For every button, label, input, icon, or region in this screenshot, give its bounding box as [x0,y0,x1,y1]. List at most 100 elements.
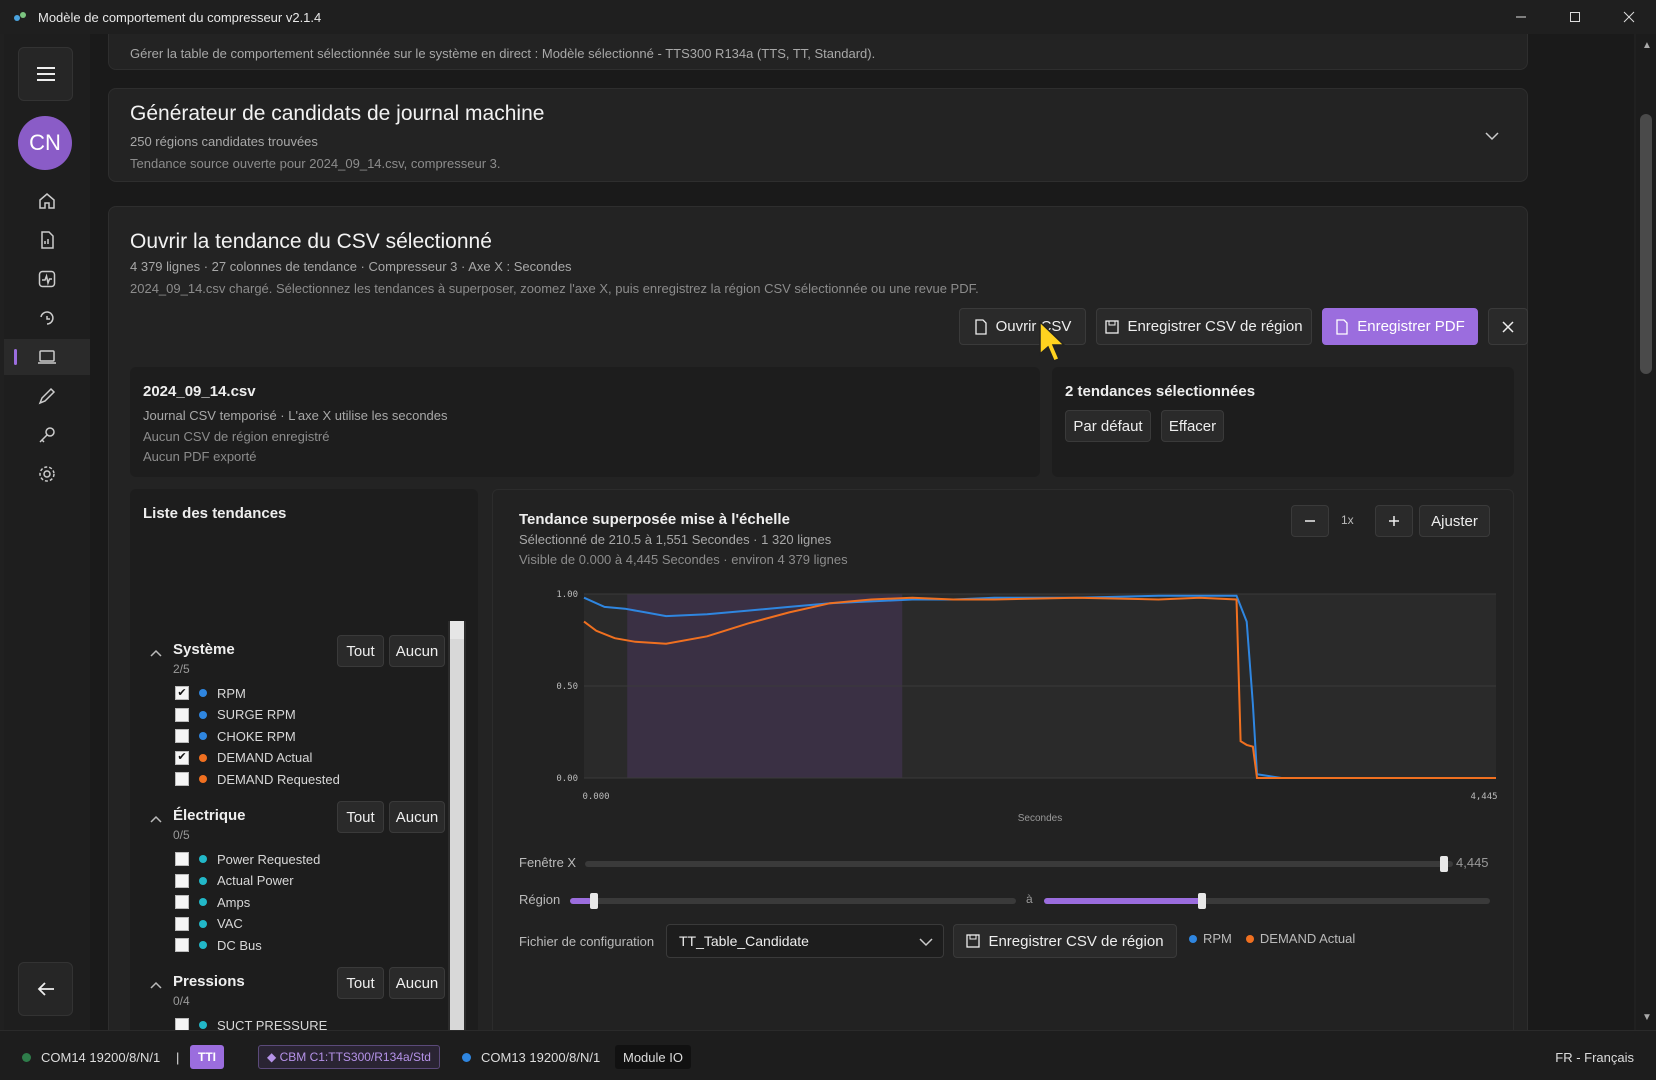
trend-group-title: Pressions [173,973,245,990]
legend-demand-label: DEMAND Actual [1259,931,1356,946]
trend-color-dot [199,919,207,928]
status-separator: | [176,1049,180,1065]
select-all-button[interactable]: Tout [337,635,384,667]
select-none-button[interactable]: Aucun [389,635,445,667]
select-all-button[interactable]: Tout [337,801,384,833]
select-none-button[interactable]: Aucun [389,967,445,999]
trend-item[interactable]: Amps [175,892,250,912]
close-icon[interactable] [1602,0,1656,34]
sidebar-item-pen[interactable] [4,378,90,414]
zoom-out-button[interactable] [1291,505,1329,537]
trend-item[interactable]: VAC [175,914,243,934]
mouse-cursor [1039,320,1066,362]
sidebar-item-monitor[interactable] [4,339,90,375]
trend-group-count: 0/5 [173,828,190,842]
trend-checkbox[interactable] [175,852,189,866]
status-model-chip[interactable]: ◆ CBM C1:TTS300/R134a/Std [258,1045,440,1069]
trend-item[interactable]: ✔ DEMAND Actual [175,748,312,768]
trend-color-dot [199,898,207,906]
trend-checkbox[interactable] [175,916,189,931]
trend-color-dot [199,689,207,697]
generator-card[interactable]: Générateur de candidats de journal machi… [108,88,1528,182]
xwindow-slider-thumb[interactable] [1440,856,1448,872]
sidebar-item-report[interactable] [4,222,90,258]
y-tick-label: 0.00 [556,774,578,784]
hamburger-icon [36,67,55,81]
trend-checkbox[interactable]: ✔ [175,686,189,700]
csv-card-title: Ouvrir la tendance du CSV sélectionné [130,230,492,253]
region-start-slider[interactable] [570,898,1016,904]
trend-item[interactable]: ✔ RPM [175,683,246,703]
back-button[interactable] [18,962,73,1016]
trend-item[interactable]: DEMAND Requested [175,769,340,789]
csv-card-meta: 4 379 lignes · 27 colonnes de tendance ·… [130,259,572,274]
chevron-up-icon[interactable] [150,645,162,660]
main-content: Gérer la table de comportement sélection… [90,34,1634,1030]
minimize-icon[interactable] [1494,0,1548,34]
sidebar-item-cycle[interactable] [4,300,90,336]
window-scrollbar-thumb[interactable] [1640,114,1652,374]
legend-dot [1189,934,1197,943]
trend-checkbox[interactable] [175,873,189,888]
select-all-button[interactable]: Tout [337,967,384,999]
trend-item[interactable]: DC Bus [175,935,262,955]
trend-item[interactable]: Power Requested [175,849,320,869]
trend-item[interactable]: Actual Power [175,871,294,891]
region-end-slider[interactable] [1044,898,1490,904]
xwindow-slider[interactable] [585,861,1453,867]
scrollbar-thumb[interactable] [450,639,464,1030]
gear-icon [39,466,55,482]
scroll-down-icon[interactable]: ▼ [1642,1012,1652,1023]
trend-item[interactable]: SUCT PRESSURE [175,1015,327,1030]
trend-chart[interactable]: 0.00 0.50 1.00 0.000 4,445 Secondes [493,580,1513,840]
menu-button[interactable] [18,47,73,101]
trend-color-dot [199,855,207,863]
status-language[interactable]: FR - Français [1555,1045,1634,1069]
trend-checkbox[interactable] [175,707,189,722]
chart-save-region-button[interactable]: Enregistrer CSV de région [953,924,1177,958]
sidebar-item-key[interactable] [4,417,90,453]
clear-button[interactable]: Effacer [1161,410,1224,442]
save-region-csv-button[interactable]: Enregistrer CSV de région [1096,308,1312,345]
sidebar-item-settings[interactable] [4,456,90,492]
trend-item[interactable]: SURGE RPM [175,705,296,725]
scroll-up-icon[interactable] [450,621,464,639]
status-module[interactable]: Module IO [615,1045,691,1069]
behavior-table-card: Gérer la table de comportement sélection… [108,34,1528,70]
chart-visible-info: Visible de 0.000 à 4,445 Secondes · envi… [519,552,848,567]
region-end-thumb[interactable] [1198,893,1206,909]
sidebar-item-home[interactable] [4,183,90,219]
default-button[interactable]: Par défaut [1065,410,1151,442]
trend-checkbox[interactable] [175,938,189,952]
select-none-button[interactable]: Aucun [389,801,445,833]
trend-list-scrollbar[interactable] [448,621,466,1030]
maximize-icon[interactable] [1548,0,1602,34]
chevron-up-icon[interactable] [150,977,162,992]
status-tag[interactable]: TTI [190,1045,224,1069]
trend-list-panel: Liste des tendances Système 2/5 Tout Aucun ✔… [130,489,478,1030]
trend-checkbox[interactable]: ✔ [175,750,189,765]
zoom-in-button[interactable] [1375,505,1413,537]
trend-checkbox[interactable] [175,729,189,743]
trend-label: DEMAND Requested [217,771,340,787]
config-select[interactable]: TT_Table_Candidate [666,924,944,958]
chevron-up-icon[interactable] [150,811,162,826]
avatar[interactable]: CN [18,116,72,170]
fit-button[interactable]: Ajuster [1419,505,1490,537]
trend-checkbox[interactable] [175,895,189,909]
scroll-up-icon[interactable]: ▲ [1642,40,1652,51]
trend-checkbox[interactable] [175,772,189,786]
file-info-panel: 2024_09_14.csv Journal CSV temporisé · L… [130,367,1040,477]
window-scrollbar[interactable]: ▲ ▼ [1636,34,1656,1030]
trend-checkbox[interactable] [175,1018,189,1030]
trend-color-dot [199,710,207,719]
close-card-button[interactable] [1488,308,1528,345]
plus-icon [1389,516,1399,526]
region-end-fill [1044,898,1202,904]
chevron-down-icon[interactable] [1485,131,1499,141]
trend-color-dot [199,876,207,885]
trend-item[interactable]: CHOKE RPM [175,726,296,746]
save-pdf-button[interactable]: Enregistrer PDF [1322,308,1478,345]
sidebar-item-activity[interactable] [4,261,90,297]
region-start-thumb[interactable] [590,893,598,909]
